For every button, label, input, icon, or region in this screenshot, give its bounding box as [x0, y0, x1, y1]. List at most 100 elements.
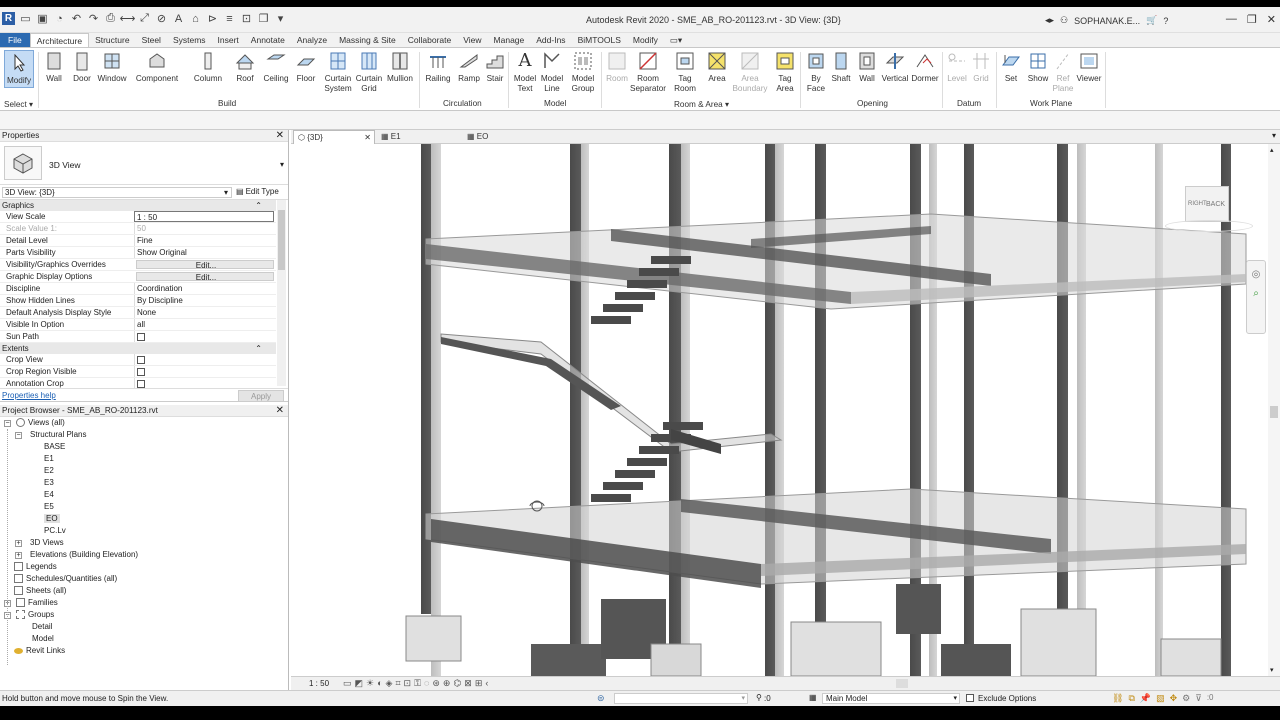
vertical-button[interactable]: Vertical	[880, 50, 910, 84]
close-hidden-icon[interactable]: ⊡	[240, 12, 253, 25]
tab-systems[interactable]: Systems	[167, 33, 212, 47]
tree-node-3d-views[interactable]: +3D Views	[0, 537, 288, 549]
expand-icon[interactable]: +	[15, 540, 22, 547]
lock-3d-icon[interactable]: ⚿	[414, 678, 421, 689]
text-icon[interactable]: A	[172, 12, 185, 25]
dimension-icon[interactable]: ⤢	[138, 12, 151, 25]
viewport-vertical-scrollbar[interactable]: ▴ ▾	[1268, 144, 1280, 676]
view-tab-eo[interactable]: ▦ EO	[463, 130, 547, 144]
viewcube-face-right[interactable]: RIGHT	[1188, 201, 1207, 207]
ref-plane-button[interactable]: Ref Plane	[1052, 50, 1074, 94]
edit-type-button[interactable]: ▤ Edit Type	[236, 187, 279, 196]
switch-windows-icon[interactable]: ❐	[257, 12, 270, 25]
reveal-constraints-icon[interactable]: ⊞	[475, 678, 483, 689]
render-icon[interactable]: ◈	[386, 678, 393, 689]
select-by-face-icon[interactable]: ▧	[1156, 693, 1165, 704]
vg-overrides-edit-button[interactable]: Edit...	[136, 260, 274, 269]
annotation-crop-checkbox[interactable]	[137, 379, 145, 388]
model-text-button[interactable]: A Model Text	[512, 50, 538, 94]
zoom-region-icon[interactable]: ⌕	[1247, 288, 1265, 299]
show-button[interactable]: Show	[1026, 50, 1050, 84]
crop-view-checkbox[interactable]	[137, 355, 145, 364]
grid-button[interactable]: Grid	[970, 50, 992, 84]
viewcube-compass-ring[interactable]	[1165, 220, 1253, 232]
viewcube-face-back[interactable]: BACK	[1206, 201, 1225, 208]
thin-lines-icon[interactable]: ≡	[223, 12, 236, 25]
reveal-hidden-icon[interactable]: ⊛	[432, 678, 440, 689]
level-button[interactable]: Level	[946, 50, 968, 84]
panel-room-area-label[interactable]: Room & Area ▾	[674, 99, 729, 109]
show-crop-icon[interactable]: ⊡	[404, 678, 412, 689]
section-icon[interactable]: ⊳	[206, 12, 219, 25]
tab-bimtools[interactable]: BiMTOOLS	[572, 33, 627, 47]
section-graphics[interactable]: Graphics ⌃	[0, 200, 276, 211]
tree-item-base[interactable]: BASE	[0, 441, 288, 453]
tab-file[interactable]: File	[0, 33, 30, 47]
viewcube-cube[interactable]: RIGHT BACK	[1185, 186, 1229, 222]
prop-row[interactable]: Show Hidden Lines By Discipline	[0, 295, 276, 307]
tab-collaborate[interactable]: Collaborate	[402, 33, 457, 47]
3d-viewport[interactable]: RIGHT BACK ◎ ⌕	[291, 144, 1268, 676]
curtain-grid-button[interactable]: Curtain Grid	[354, 50, 384, 94]
undo-icon[interactable]: ↶	[70, 12, 83, 25]
project-browser-close-icon[interactable]: ✕	[276, 405, 284, 417]
close-icon[interactable]: ✕	[1267, 13, 1276, 26]
set-button[interactable]: Set	[1000, 50, 1022, 84]
view-scale-input[interactable]: 1 : 50	[134, 211, 274, 222]
user-binoculars-icon[interactable]: ⚇	[1060, 15, 1068, 26]
tree-item-eo[interactable]: EO	[0, 513, 288, 525]
view-tabs-menu-icon[interactable]: ▾	[1272, 131, 1276, 140]
room-button[interactable]: Room	[604, 50, 630, 84]
viewer-button[interactable]: Viewer	[1076, 50, 1102, 84]
sync-icon[interactable]: ◔	[53, 12, 66, 25]
by-face-button[interactable]: By Face	[805, 50, 827, 94]
room-separator-button[interactable]: Room Separator	[630, 50, 666, 94]
exchange-left-icon[interactable]: ◂▸	[1045, 15, 1054, 26]
tab-architecture[interactable]: Architecture	[29, 33, 90, 47]
design-options-icon[interactable]: ▦	[809, 693, 817, 702]
steering-wheel-icon[interactable]: ◎	[1247, 269, 1265, 280]
ceiling-button[interactable]: Ceiling	[262, 50, 290, 84]
filter-icon[interactable]: ⊽	[1195, 693, 1202, 704]
tab-view[interactable]: View	[457, 33, 487, 47]
cart-icon[interactable]: 🛒	[1146, 15, 1157, 26]
prop-row[interactable]: Detail Level Fine	[0, 235, 276, 247]
window-button[interactable]: Window	[96, 50, 128, 84]
scroll-thumb[interactable]	[1270, 406, 1278, 418]
tree-item-pclv[interactable]: PC.Lv	[0, 525, 288, 537]
prop-row[interactable]: Default Analysis Display Style None	[0, 307, 276, 319]
detail-level-icon[interactable]: ▭	[343, 678, 352, 689]
tree-node-schedules[interactable]: Schedules/Quantities (all)	[0, 573, 288, 585]
horizontal-scroll-thumb[interactable]	[896, 679, 908, 688]
sun-path-icon[interactable]: ☀	[366, 678, 374, 689]
model-group-button[interactable]: Model Group	[568, 50, 598, 94]
open-icon[interactable]: ▭	[19, 12, 32, 25]
view-tab-close-icon[interactable]: ✕	[364, 131, 371, 145]
background-processes-icon[interactable]: ⚙	[1182, 693, 1190, 704]
scroll-up-icon[interactable]: ▴	[1270, 146, 1274, 154]
redo-icon[interactable]: ↷	[87, 12, 100, 25]
editing-requests-icon[interactable]: ⚲	[756, 693, 762, 702]
expand-icon[interactable]: +	[15, 552, 22, 559]
modify-button[interactable]: Modify	[4, 50, 34, 88]
default-3d-icon[interactable]: ⌂	[189, 12, 202, 25]
select-pinned-icon[interactable]: 📌	[1140, 693, 1151, 704]
tree-node-legends[interactable]: Legends	[0, 561, 288, 573]
graphic-display-edit-button[interactable]: Edit...	[136, 272, 274, 281]
customize-qat-icon[interactable]: ▾	[274, 12, 287, 25]
collapse-bar-icon[interactable]: ‹	[485, 678, 488, 689]
tree-item-e4[interactable]: E4	[0, 489, 288, 501]
tab-manage[interactable]: Manage	[488, 33, 531, 47]
tab-analyze[interactable]: Analyze	[291, 33, 333, 47]
user-name[interactable]: SOPHANAK.E...	[1074, 16, 1140, 26]
tree-node-groups[interactable]: − Groups	[0, 609, 288, 621]
crop-view-icon[interactable]: ⌗	[395, 678, 400, 689]
temp-hide-icon[interactable]: ◌	[424, 678, 429, 689]
tree-node-elevations[interactable]: + Elevations (Building Elevation)	[0, 549, 288, 561]
view-tab-e1[interactable]: ▦ E1	[377, 130, 461, 144]
floor-button[interactable]: Floor	[295, 50, 317, 84]
prop-row[interactable]: Visible In Option all	[0, 319, 276, 331]
ribbon-toggle-icon[interactable]: ▭▾	[664, 33, 688, 47]
minimize-icon[interactable]: —	[1226, 13, 1237, 26]
analytical-model-icon[interactable]: ⌬	[453, 678, 461, 689]
